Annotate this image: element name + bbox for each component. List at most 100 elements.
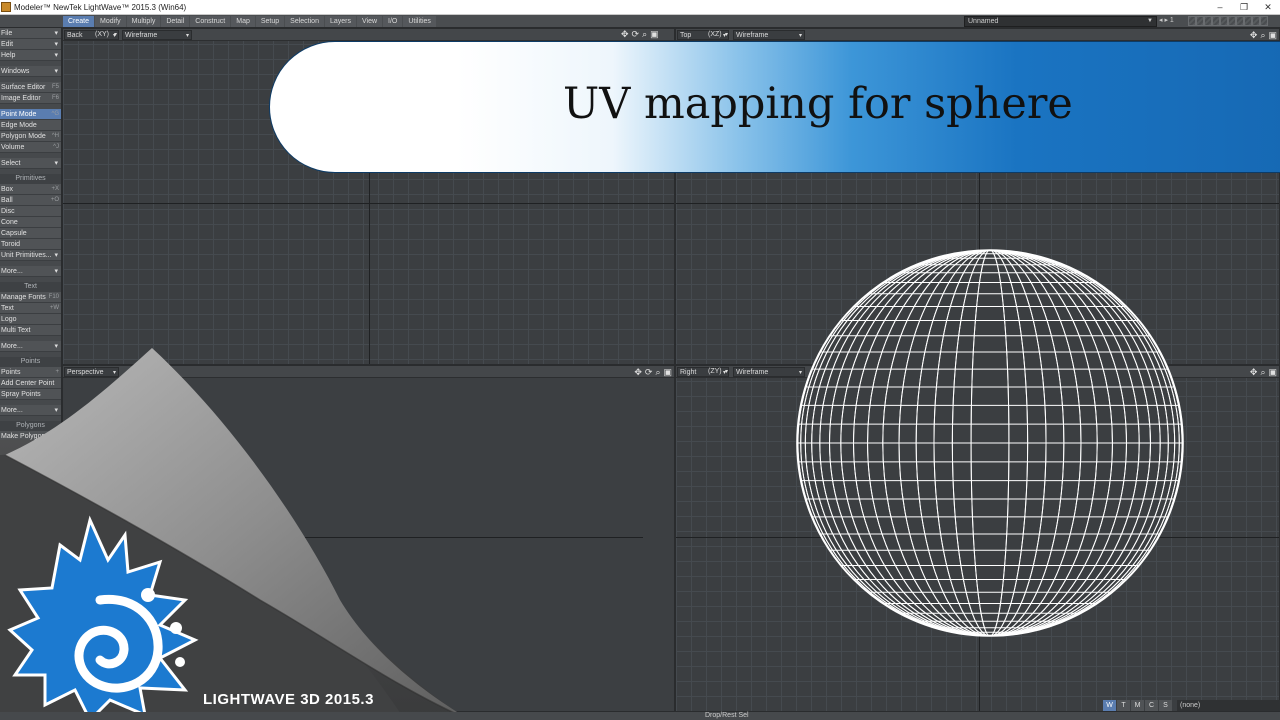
ball-tool[interactable]: Ball +O <box>0 195 61 206</box>
more-text-menu[interactable]: More... <box>0 341 61 352</box>
primitives-heading: Primitives <box>0 174 61 184</box>
layer-slot[interactable] <box>1260 16 1268 26</box>
tab-io[interactable]: I/O <box>383 16 403 27</box>
edit-menu[interactable]: Edit <box>0 39 61 50</box>
status-bar <box>0 712 1280 720</box>
render-mode: Wireframe <box>125 32 158 39</box>
app-icon <box>1 2 11 12</box>
rotate-view-icon[interactable]: ⟳ <box>632 29 640 39</box>
cone-tool[interactable]: Cone <box>0 217 61 228</box>
logo-tool[interactable]: Logo <box>0 314 61 325</box>
viewport-perspective[interactable]: Perspective ✥⟳⌕▣ <box>62 365 675 712</box>
tab-utilities[interactable]: Utilities <box>403 16 436 27</box>
render-mode-dropdown[interactable]: Wireframe <box>733 30 805 41</box>
layer-nav[interactable]: ◂ ▸ 1 <box>1159 16 1174 24</box>
text-tool[interactable]: Text +W <box>0 303 61 314</box>
menu-tab-bar: Create Modify Multiply Detail Construct … <box>0 15 1280 28</box>
capsule-tool[interactable]: Capsule <box>0 228 61 239</box>
file-menu[interactable]: File <box>0 28 61 39</box>
layer-slot[interactable] <box>1188 16 1196 26</box>
layer-slot[interactable] <box>1236 16 1244 26</box>
layer-name-dropdown[interactable]: Unnamed ▼ <box>964 16 1157 27</box>
move-view-icon[interactable]: ✥ <box>1250 30 1258 40</box>
drop-selection-button[interactable]: Drop/Rest Sel <box>705 712 749 720</box>
rotate-view-icon[interactable]: ⟳ <box>645 367 653 377</box>
zoom-icon[interactable]: ⌕ <box>655 367 660 377</box>
zoom-icon[interactable]: ⌕ <box>1260 367 1265 377</box>
zoom-icon[interactable]: ⌕ <box>1260 30 1265 40</box>
mode-t-button[interactable]: T <box>1117 700 1130 711</box>
layer-slot[interactable] <box>1220 16 1228 26</box>
tab-multiply[interactable]: Multiply <box>126 16 161 27</box>
close-icon[interactable]: ✕ <box>1256 0 1280 15</box>
shortcut-label: +O <box>50 197 59 203</box>
box-tool[interactable]: Box +X <box>0 184 61 195</box>
view-type-dropdown[interactable]: Perspective <box>64 367 119 378</box>
layer-bank[interactable] <box>1188 16 1268 26</box>
view-axes-dropdown[interactable]: (ZY) <box>706 367 730 377</box>
mode-m-button[interactable]: M <box>1131 700 1144 711</box>
restore-icon[interactable]: ❐ <box>1232 0 1256 15</box>
spray-points-tool[interactable]: Spray Points <box>0 389 61 400</box>
multi-text-tool[interactable]: Multi Text <box>0 325 61 336</box>
selection-set-field[interactable]: (none) <box>1177 700 1280 711</box>
minimize-icon[interactable]: – <box>1208 0 1232 15</box>
make-polygon-tool[interactable]: Make Polygon <box>0 431 61 442</box>
layer-slot[interactable] <box>1252 16 1260 26</box>
point-mode-button[interactable]: Point Mode ^G <box>0 109 61 120</box>
windows-menu[interactable]: Windows <box>0 66 61 77</box>
points-label: Points <box>1 369 21 376</box>
more-points-menu[interactable]: More... <box>0 405 61 416</box>
tab-construct[interactable]: Construct <box>190 16 231 27</box>
pen-tool-partial[interactable]: ...e Pen... <box>0 453 61 464</box>
add-center-point-tool[interactable]: Add Center Point <box>0 378 61 389</box>
tab-map[interactable]: Map <box>231 16 255 27</box>
zoom-icon[interactable]: ⌕ <box>642 29 647 39</box>
tab-view[interactable]: View <box>356 16 383 27</box>
layer-slot[interactable] <box>1196 16 1204 26</box>
help-menu[interactable]: Help <box>0 50 61 61</box>
tab-selection[interactable]: Selection <box>285 16 324 27</box>
surface-editor-button[interactable]: Surface Editor F5 <box>0 82 61 93</box>
view-type: Right <box>680 369 697 376</box>
lightwave-modeler-screen: Modeler™ NewTek LightWave™ 2015.3 (Win64… <box>0 0 1280 720</box>
polygon-mode-button[interactable]: Polygon Mode ^H <box>0 131 61 142</box>
layer-slot[interactable] <box>1228 16 1236 26</box>
disc-tool[interactable]: Disc <box>0 206 61 217</box>
maximize-icon[interactable]: ▣ <box>1268 30 1277 40</box>
mode-s-button[interactable]: S <box>1159 700 1172 711</box>
move-view-icon[interactable]: ✥ <box>634 367 642 377</box>
image-editor-button[interactable]: Image Editor F6 <box>0 93 61 104</box>
mode-w-button[interactable]: W <box>1103 700 1116 711</box>
shortcut-label: +X <box>51 186 59 192</box>
mode-c-button[interactable]: C <box>1145 700 1158 711</box>
tab-modify[interactable]: Modify <box>95 16 126 27</box>
edge-mode-button[interactable]: Edge Mode <box>0 120 61 131</box>
tab-setup[interactable]: Setup <box>255 16 285 27</box>
tab-create[interactable]: Create <box>63 16 95 27</box>
maximize-icon[interactable]: ▣ <box>1268 367 1277 377</box>
tab-layers[interactable]: Layers <box>324 16 356 27</box>
pen-tool[interactable]: Pen <box>0 442 61 453</box>
view-type: Back <box>67 32 83 39</box>
tab-detail[interactable]: Detail <box>161 16 190 27</box>
view-axes-dropdown[interactable]: (XZ) <box>706 30 730 40</box>
volume-button[interactable]: Volume ^J <box>0 142 61 153</box>
layer-slot[interactable] <box>1212 16 1220 26</box>
move-view-icon[interactable]: ✥ <box>621 29 629 39</box>
select-menu[interactable]: Select <box>0 158 61 169</box>
maximize-icon[interactable]: ▣ <box>650 29 659 39</box>
toroid-tool[interactable]: Toroid <box>0 239 61 250</box>
viewport-header: Back (XY) Wireframe <box>63 29 674 41</box>
more-primitives-menu[interactable]: More... <box>0 266 61 277</box>
maximize-icon[interactable]: ▣ <box>663 367 672 377</box>
move-view-icon[interactable]: ✥ <box>1250 367 1258 377</box>
manage-fonts-button[interactable]: Manage Fonts F10 <box>0 292 61 303</box>
points-heading: Points <box>0 357 61 367</box>
layer-slot[interactable] <box>1244 16 1252 26</box>
render-mode-dropdown[interactable]: Wireframe <box>122 30 192 41</box>
unit-primitives-menu[interactable]: Unit Primitives... <box>0 250 61 261</box>
points-tool[interactable]: Points + <box>0 367 61 378</box>
view-axes-dropdown[interactable]: (XY) <box>93 30 119 40</box>
layer-slot[interactable] <box>1204 16 1212 26</box>
